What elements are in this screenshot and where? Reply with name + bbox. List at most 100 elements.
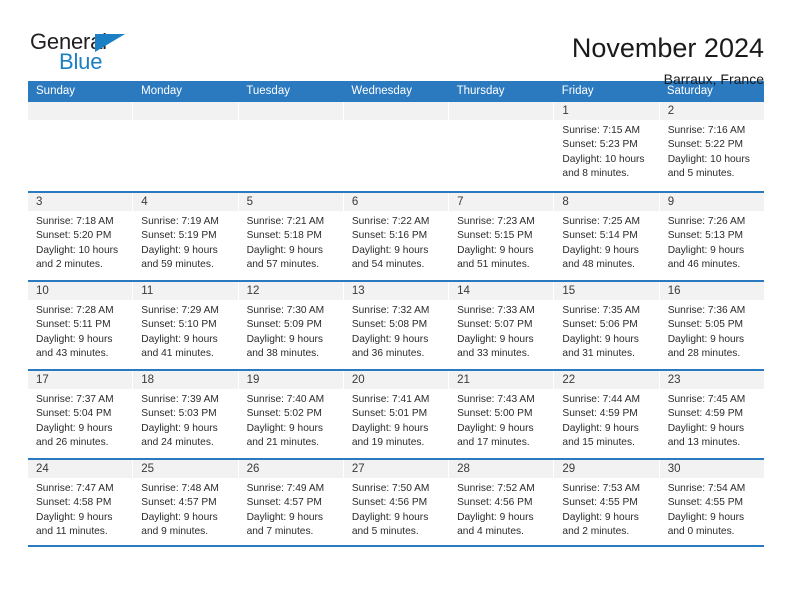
sunset-text: Sunset: 5:03 PM xyxy=(141,408,217,420)
sunset-text: Sunset: 4:59 PM xyxy=(667,408,744,420)
day-number: 3 xyxy=(28,193,133,211)
sunset-text: Sunset: 4:57 PM xyxy=(246,497,322,509)
calendar-day-cell[interactable]: 4 Sunrise: 7:19 AM Sunset: 5:19 PM Daylight… xyxy=(133,193,239,280)
day-sun-info: Sunrise: 7:22 AM Sunset: 5:16 PM Daylight:… xyxy=(344,211,448,273)
sunset-text: Sunset: 5:22 PM xyxy=(667,139,744,151)
calendar-day-cell[interactable]: 30 Sunrise: 7:54 AM Sunset: 4:55 PM Dayligh… xyxy=(659,460,764,545)
sunrise-text: Sunrise: 7:53 AM xyxy=(562,483,640,494)
day-number: 17 xyxy=(28,371,133,389)
sunset-text: Sunset: 4:55 PM xyxy=(667,497,744,509)
day-number: 27 xyxy=(343,460,449,478)
sunrise-text: Sunrise: 7:35 AM xyxy=(562,305,640,316)
sunset-text: Sunset: 5:07 PM xyxy=(457,319,533,331)
daylight-text: Daylight: 9 hours and 36 minutes. xyxy=(351,333,429,360)
daylight-text: Daylight: 9 hours and 7 minutes. xyxy=(246,511,324,538)
daylight-text: Daylight: 9 hours and 48 minutes. xyxy=(562,244,639,271)
calendar-grid: Sunday Monday Tuesday Wednesday Thursday Frid… xyxy=(28,81,764,547)
calendar-day-cell[interactable]: 20 Sunrise: 7:41 AM Sunset: 5:01 PM Dayligh… xyxy=(343,371,450,458)
daylight-text: Daylight: 9 hours and 17 minutes. xyxy=(457,422,534,449)
calendar-day-cell[interactable]: 3 Sunrise: 7:18 AM Sunset: 5:20 PM Daylight… xyxy=(28,193,134,280)
calendar-day-cell[interactable]: 13 Sunrise: 7:32 AM Sunset: 5:08 PM Dayligh… xyxy=(343,282,450,369)
calendar-day-cell[interactable]: 9 Sunrise: 7:26 AM Sunset: 5:13 PM Daylight… xyxy=(659,193,764,280)
calendar-day-cell[interactable]: 25 Sunrise: 7:48 AM Sunset: 4:57 PM Dayligh… xyxy=(133,460,239,545)
sunset-text: Sunset: 5:08 PM xyxy=(351,319,428,331)
weekday-header-row: Sunday Monday Tuesday Wednesday Thursday Frid… xyxy=(28,81,764,102)
calendar-day-cell[interactable]: 12 Sunrise: 7:30 AM Sunset: 5:09 PM Dayligh… xyxy=(238,282,344,369)
calendar-day-cell[interactable]: 15 Sunrise: 7:35 AM Sunset: 5:06 PM Dayligh… xyxy=(554,282,660,369)
sunrise-text: Sunrise: 7:28 AM xyxy=(36,305,114,316)
sunrise-text: Sunrise: 7:44 AM xyxy=(562,394,640,405)
sunrise-text: Sunrise: 7:49 AM xyxy=(246,483,325,494)
calendar-day-cell[interactable]: 16 Sunrise: 7:36 AM Sunset: 5:05 PM Dayligh… xyxy=(659,282,764,369)
day-number: 11 xyxy=(133,282,238,300)
calendar-weeks: 1 Sunrise: 7:15 AM Sunset: 5:23 PM Daylight… xyxy=(28,102,764,547)
daylight-text: Daylight: 9 hours and 11 minutes. xyxy=(36,511,113,538)
sunrise-text: Sunrise: 7:43 AM xyxy=(457,394,535,405)
calendar-day-cell[interactable]: 22 Sunrise: 7:44 AM Sunset: 4:59 PM Dayligh… xyxy=(554,371,660,458)
sunrise-text: Sunrise: 7:22 AM xyxy=(351,216,430,227)
calendar-day-cell[interactable]: 24 Sunrise: 7:47 AM Sunset: 4:58 PM Dayligh… xyxy=(28,460,134,545)
sunset-text: Sunset: 5:14 PM xyxy=(562,230,638,242)
weekday-header-saturday: Saturday xyxy=(666,85,713,97)
day-number: 26 xyxy=(238,460,343,478)
sunrise-text: Sunrise: 7:16 AM xyxy=(667,125,746,136)
day-sun-info: Sunrise: 7:30 AM Sunset: 5:09 PM Daylight:… xyxy=(239,300,343,362)
calendar-day-cell[interactable]: 19 Sunrise: 7:40 AM Sunset: 5:02 PM Dayligh… xyxy=(238,371,344,458)
calendar-day-cell[interactable]: 14 Sunrise: 7:33 AM Sunset: 5:07 PM Dayligh… xyxy=(449,282,555,369)
sunrise-text: Sunrise: 7:48 AM xyxy=(141,483,219,494)
calendar-day-cell[interactable]: 10 Sunrise: 7:28 AM Sunset: 5:11 PM Dayligh… xyxy=(28,282,134,369)
sunrise-text: Sunrise: 7:25 AM xyxy=(562,216,640,227)
daylight-text: Daylight: 9 hours and 38 minutes. xyxy=(246,333,324,360)
day-number: 25 xyxy=(133,460,238,478)
day-sun-info: Sunrise: 7:21 AM Sunset: 5:18 PM Daylight:… xyxy=(239,211,343,273)
day-sun-info: Sunrise: 7:52 AM Sunset: 4:56 PM Daylight:… xyxy=(449,478,553,540)
sunset-text: Sunset: 4:58 PM xyxy=(36,497,112,509)
day-sun-info: Sunrise: 7:29 AM Sunset: 5:10 PM Daylight:… xyxy=(133,300,237,362)
calendar-day-cell[interactable]: 7 Sunrise: 7:23 AM Sunset: 5:15 PM Daylight… xyxy=(449,193,555,280)
calendar-day-cell[interactable]: 26 Sunrise: 7:49 AM Sunset: 4:57 PM Dayligh… xyxy=(238,460,344,545)
day-sun-info: Sunrise: 7:18 AM Sunset: 5:20 PM Daylight:… xyxy=(28,211,132,273)
sunrise-text: Sunrise: 7:37 AM xyxy=(36,394,114,405)
daylight-text: Daylight: 9 hours and 21 minutes. xyxy=(246,422,324,449)
calendar-day-cell[interactable]: 17 Sunrise: 7:37 AM Sunset: 5:04 PM Dayligh… xyxy=(28,371,134,458)
calendar-day-cell[interactable]: 27 Sunrise: 7:50 AM Sunset: 4:56 PM Dayligh… xyxy=(343,460,450,545)
day-number: 7 xyxy=(449,193,554,211)
sunset-text: Sunset: 5:06 PM xyxy=(562,319,638,331)
daylight-text: Daylight: 9 hours and 57 minutes. xyxy=(246,244,324,271)
calendar-day-cell[interactable]: 18 Sunrise: 7:39 AM Sunset: 5:03 PM Dayligh… xyxy=(133,371,239,458)
weekday-header-friday: Friday xyxy=(561,85,594,97)
daylight-text: Daylight: 9 hours and 13 minutes. xyxy=(667,422,745,449)
sunset-text: Sunset: 4:59 PM xyxy=(562,408,638,420)
calendar-day-cell[interactable]: 29 Sunrise: 7:53 AM Sunset: 4:55 PM Dayligh… xyxy=(554,460,660,545)
day-sun-info: Sunrise: 7:41 AM Sunset: 5:01 PM Daylight:… xyxy=(344,389,448,451)
calendar-day-cell[interactable]: 6 Sunrise: 7:22 AM Sunset: 5:16 PM Daylight… xyxy=(343,193,450,280)
calendar-day-cell-empty xyxy=(343,102,450,191)
day-sun-info: Sunrise: 7:15 AM Sunset: 5:23 PM Daylight:… xyxy=(554,120,658,182)
sunrise-text: Sunrise: 7:15 AM xyxy=(562,125,640,136)
sunset-text: Sunset: 4:56 PM xyxy=(457,497,533,509)
calendar-day-cell-empty xyxy=(238,102,344,191)
calendar-day-cell[interactable]: 28 Sunrise: 7:52 AM Sunset: 4:56 PM Dayligh… xyxy=(449,460,555,545)
day-number xyxy=(449,102,554,120)
calendar-day-cell[interactable]: 5 Sunrise: 7:21 AM Sunset: 5:18 PM Daylight… xyxy=(238,193,344,280)
daylight-text: Daylight: 9 hours and 33 minutes. xyxy=(457,333,534,360)
day-sun-info: Sunrise: 7:44 AM Sunset: 4:59 PM Daylight:… xyxy=(554,389,658,451)
sunrise-text: Sunrise: 7:33 AM xyxy=(457,305,535,316)
sunset-text: Sunset: 4:57 PM xyxy=(141,497,217,509)
calendar-day-cell[interactable]: 8 Sunrise: 7:25 AM Sunset: 5:14 PM Daylight… xyxy=(554,193,660,280)
sunset-text: Sunset: 5:00 PM xyxy=(457,408,533,420)
calendar-day-cell[interactable]: 2 Sunrise: 7:16 AM Sunset: 5:22 PM Daylight… xyxy=(659,102,764,191)
calendar-day-cell[interactable]: 1 Sunrise: 7:15 AM Sunset: 5:23 PM Daylight… xyxy=(554,102,660,191)
sunrise-text: Sunrise: 7:21 AM xyxy=(246,216,325,227)
calendar-week-row: 24 Sunrise: 7:47 AM Sunset: 4:58 PM Dayligh… xyxy=(28,458,764,547)
day-number: 29 xyxy=(554,460,659,478)
day-sun-info: Sunrise: 7:23 AM Sunset: 5:15 PM Daylight:… xyxy=(449,211,553,273)
calendar-day-cell[interactable]: 23 Sunrise: 7:45 AM Sunset: 4:59 PM Dayligh… xyxy=(659,371,764,458)
sunrise-text: Sunrise: 7:47 AM xyxy=(36,483,114,494)
calendar-week-row: 3 Sunrise: 7:18 AM Sunset: 5:20 PM Daylight… xyxy=(28,191,764,280)
day-number: 20 xyxy=(343,371,449,389)
daylight-text: Daylight: 10 hours and 5 minutes. xyxy=(667,153,750,180)
calendar-day-cell[interactable]: 11 Sunrise: 7:29 AM Sunset: 5:10 PM Dayligh… xyxy=(133,282,239,369)
daylight-text: Daylight: 9 hours and 43 minutes. xyxy=(36,333,113,360)
calendar-day-cell[interactable]: 21 Sunrise: 7:43 AM Sunset: 5:00 PM Dayligh… xyxy=(449,371,555,458)
